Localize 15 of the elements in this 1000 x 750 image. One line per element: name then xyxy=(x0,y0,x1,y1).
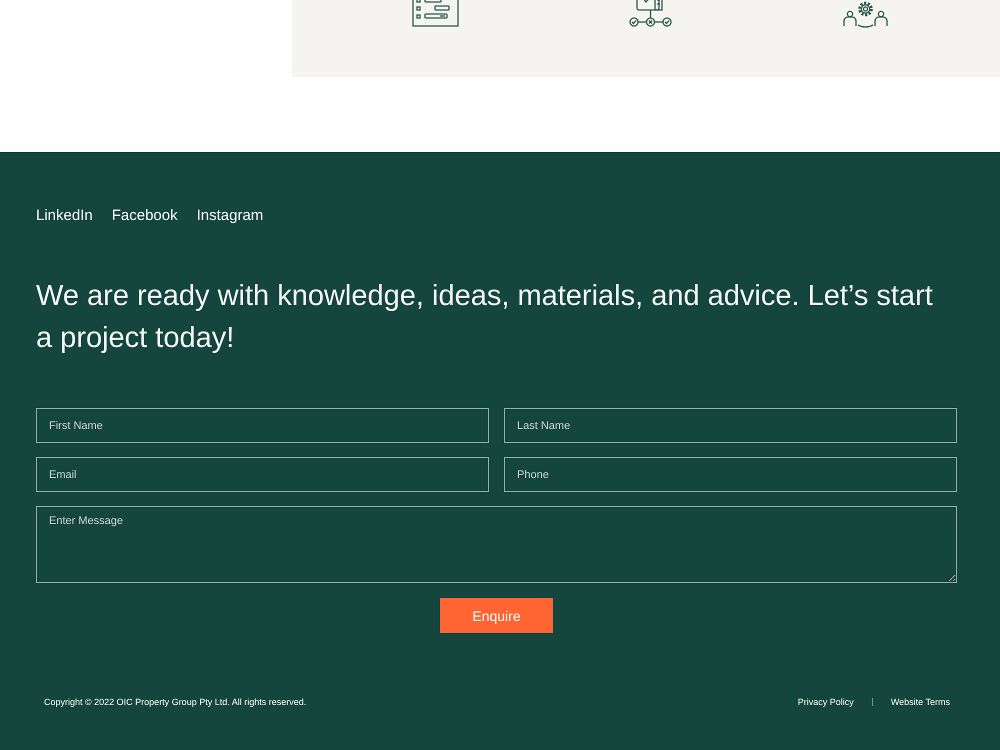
legal-link[interactable]: Privacy Policy xyxy=(798,695,854,709)
social-link[interactable]: Facebook xyxy=(112,206,178,226)
legal-link[interactable]: Website Terms xyxy=(890,695,950,709)
social-link[interactable]: LinkedIn xyxy=(36,206,93,226)
input-field[interactable]: Email xyxy=(36,457,489,492)
copyright-text: Copyright © 2022 OIC Property Group Pty Ltd. All rights reserved. xyxy=(44,696,306,709)
input-field[interactable]: First Name xyxy=(36,408,489,443)
clipboard-workflow-icon xyxy=(627,0,674,29)
message-field[interactable]: Enter Message xyxy=(36,506,957,583)
input-field[interactable]: Last Name xyxy=(504,408,957,443)
input-field[interactable]: Phone xyxy=(504,457,957,492)
social-link[interactable]: Instagram xyxy=(196,206,264,226)
team-gear-icon xyxy=(842,0,889,28)
footer-heading: We are ready with knowledge, ideas, materials, and advice. Let’s start a project today! xyxy=(36,279,934,356)
gantt-board-icon xyxy=(412,0,459,27)
